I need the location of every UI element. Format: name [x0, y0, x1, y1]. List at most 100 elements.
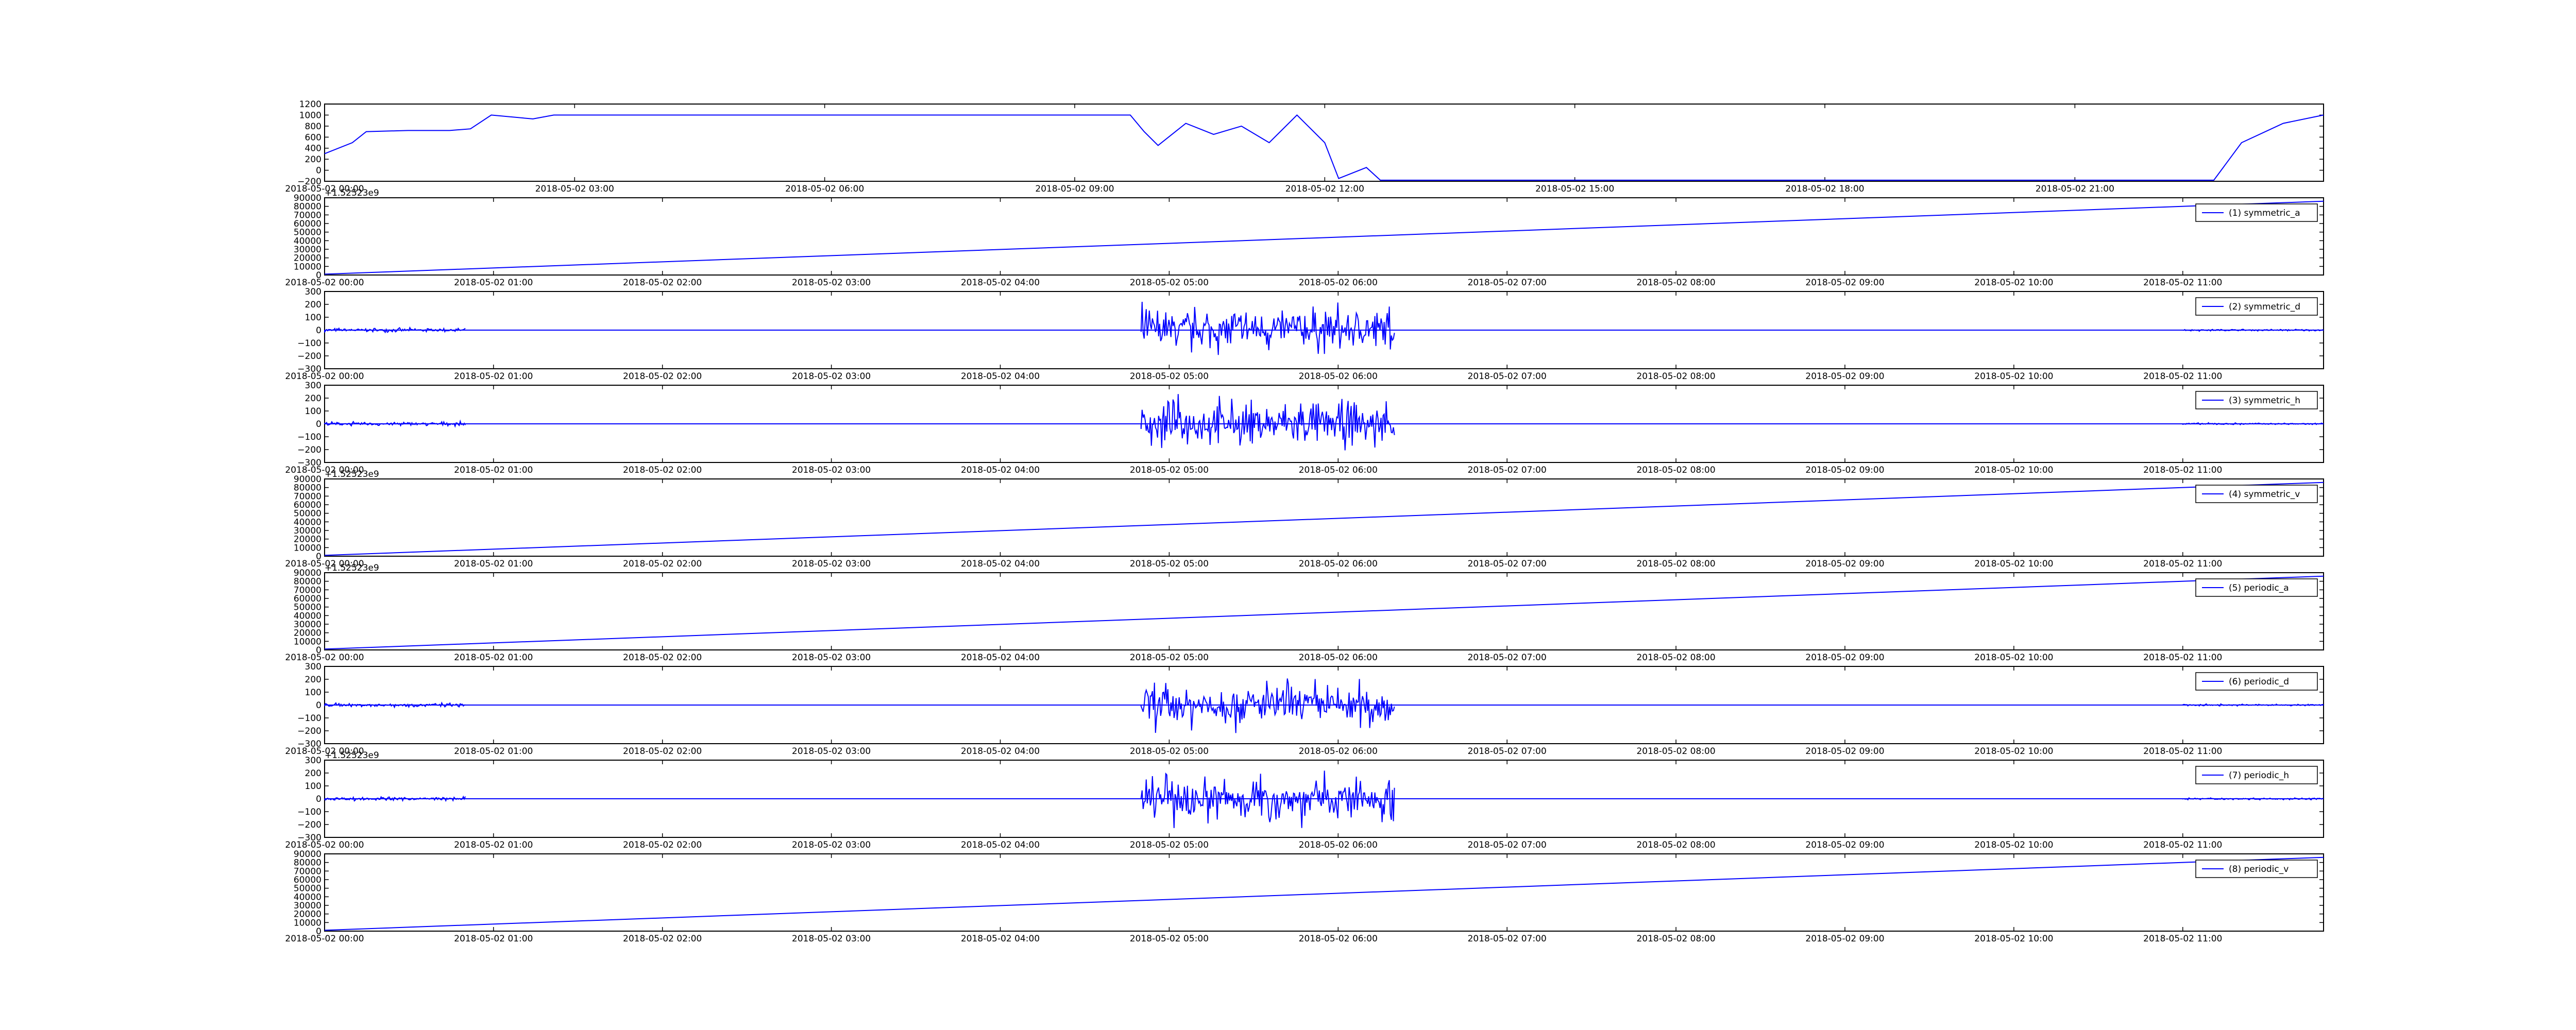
y-tick-label: 200 — [305, 393, 321, 404]
y-tick-label: 200 — [305, 154, 321, 165]
x-tick-label: 2018-05-02 11:00 — [2143, 278, 2222, 288]
x-tick-label: 2018-05-02 04:00 — [961, 278, 1040, 288]
y-tick-label: 200 — [305, 768, 321, 779]
x-tick-label: 2018-05-02 06:00 — [1299, 465, 1378, 475]
y-tick-label: 0 — [316, 794, 321, 804]
legend-label: (4) symmetric_v — [2229, 489, 2300, 500]
x-tick-label: 2018-05-02 00:00 — [285, 371, 364, 382]
x-tick-label: 2018-05-02 00:00 — [285, 278, 364, 288]
series-line-1 — [324, 114, 2324, 181]
x-tick-label: 2018-05-02 08:00 — [1636, 559, 1715, 569]
y-tick-label: 1000 — [299, 110, 321, 121]
series-line-4 — [324, 394, 2324, 451]
x-tick-label: 2018-05-02 05:00 — [1130, 278, 1209, 288]
x-tick-label: 2018-05-02 04:00 — [961, 465, 1040, 475]
x-tick-label: 2018-05-02 18:00 — [1785, 184, 1864, 194]
x-tick-label: 2018-05-02 09:00 — [1805, 465, 1884, 475]
x-tick-label: 2018-05-02 09:00 — [1805, 840, 1884, 850]
x-tick-label: 2018-05-02 04:00 — [961, 746, 1040, 757]
legend-label: (3) symmetric_h — [2229, 396, 2300, 406]
x-tick-label: 2018-05-02 00:00 — [285, 934, 364, 944]
y-tick-label: 0 — [316, 325, 321, 336]
x-tick-label: 2018-05-02 01:00 — [454, 559, 533, 569]
x-tick-label: 2018-05-02 10:00 — [1974, 559, 2053, 569]
x-tick-label: 2018-05-02 06:00 — [1299, 840, 1378, 850]
x-tick-label: 2018-05-02 04:00 — [961, 934, 1040, 944]
x-tick-label: 2018-05-02 10:00 — [1974, 653, 2053, 663]
y-tick-label: 200 — [305, 300, 321, 310]
x-tick-label: 2018-05-02 21:00 — [2036, 184, 2114, 194]
series-line-5 — [324, 482, 2324, 556]
x-tick-label: 2018-05-02 15:00 — [1535, 184, 1614, 194]
y-tick-label: 800 — [305, 122, 321, 132]
x-tick-label: 2018-05-02 10:00 — [1974, 840, 2053, 850]
x-tick-label: 2018-05-02 05:00 — [1130, 653, 1209, 663]
series-line-9 — [324, 856, 2324, 931]
x-tick-label: 2018-05-02 03:00 — [792, 934, 871, 944]
x-tick-label: 2018-05-02 09:00 — [1805, 559, 1884, 569]
y-tick-label: −100 — [297, 713, 321, 724]
y-tick-label: 90000 — [294, 193, 321, 203]
legend-label: (7) periodic_h — [2229, 770, 2289, 781]
x-tick-label: 2018-05-02 09:00 — [1805, 653, 1884, 663]
x-tick-label: 2018-05-02 02:00 — [623, 934, 702, 944]
y-tick-label: 0 — [316, 166, 321, 176]
x-tick-label: 2018-05-02 09:00 — [1805, 371, 1884, 382]
x-tick-label: 2018-05-02 01:00 — [454, 371, 533, 382]
x-tick-label: 2018-05-02 08:00 — [1636, 465, 1715, 475]
x-tick-label: 2018-05-02 05:00 — [1130, 371, 1209, 382]
y-tick-label: 90000 — [294, 568, 321, 578]
axis-offset-text: +1.52523e9 — [325, 750, 379, 761]
x-tick-label: 2018-05-02 04:00 — [961, 371, 1040, 382]
x-tick-label: 2018-05-02 01:00 — [454, 934, 533, 944]
x-tick-label: 2018-05-02 07:00 — [1468, 934, 1547, 944]
y-tick-label: 400 — [305, 144, 321, 154]
x-tick-label: 2018-05-02 05:00 — [1130, 840, 1209, 850]
x-tick-label: 2018-05-02 04:00 — [961, 653, 1040, 663]
x-tick-label: 2018-05-02 02:00 — [623, 746, 702, 757]
x-tick-label: 2018-05-02 12:00 — [1285, 184, 1364, 194]
y-tick-label: 600 — [305, 132, 321, 143]
legend-label: (6) periodic_d — [2229, 677, 2289, 687]
x-tick-label: 2018-05-02 09:00 — [1805, 934, 1884, 944]
x-tick-label: 2018-05-02 03:00 — [792, 559, 871, 569]
x-tick-label: 2018-05-02 05:00 — [1130, 746, 1209, 757]
x-tick-label: 2018-05-02 06:00 — [1299, 934, 1378, 944]
x-tick-label: 2018-05-02 02:00 — [623, 278, 702, 288]
x-tick-label: 2018-05-02 11:00 — [2143, 934, 2222, 944]
x-tick-label: 2018-05-02 11:00 — [2143, 559, 2222, 569]
x-tick-label: 2018-05-02 01:00 — [454, 840, 533, 850]
x-tick-label: 2018-05-02 11:00 — [2143, 465, 2222, 475]
y-tick-label: 0 — [316, 419, 321, 430]
y-tick-label: 1200 — [299, 99, 321, 110]
y-tick-label: 200 — [305, 675, 321, 685]
y-tick-label: 300 — [305, 287, 321, 297]
x-tick-label: 2018-05-02 09:00 — [1035, 184, 1114, 194]
y-tick-label: −200 — [297, 726, 321, 736]
x-tick-label: 2018-05-02 11:00 — [2143, 371, 2222, 382]
x-tick-label: 2018-05-02 06:00 — [1299, 746, 1378, 757]
x-tick-label: 2018-05-02 00:00 — [285, 653, 364, 663]
series-line-7 — [324, 678, 2324, 733]
x-tick-label: 2018-05-02 03:00 — [792, 465, 871, 475]
x-tick-label: 2018-05-02 11:00 — [2143, 840, 2222, 850]
axis-offset-text: +1.52523e9 — [325, 469, 379, 479]
x-tick-label: 2018-05-02 10:00 — [1974, 465, 2053, 475]
x-tick-label: 2018-05-02 08:00 — [1636, 840, 1715, 850]
x-tick-label: 2018-05-02 06:00 — [1299, 371, 1378, 382]
y-tick-label: −200 — [297, 820, 321, 830]
y-tick-label: 0 — [316, 700, 321, 711]
legend-label: (5) periodic_a — [2229, 583, 2289, 593]
y-tick-label: 100 — [305, 688, 321, 698]
x-tick-label: 2018-05-02 09:00 — [1805, 746, 1884, 757]
y-tick-label: 90000 — [294, 474, 321, 485]
x-tick-label: 2018-05-02 07:00 — [1468, 371, 1547, 382]
x-tick-label: 2018-05-02 08:00 — [1636, 653, 1715, 663]
x-tick-label: 2018-05-02 00:00 — [285, 840, 364, 850]
series-line-2 — [324, 200, 2324, 275]
y-tick-label: 300 — [305, 381, 321, 391]
legend-label: (8) periodic_v — [2229, 864, 2289, 874]
x-tick-label: 2018-05-02 06:00 — [1299, 559, 1378, 569]
x-tick-label: 2018-05-02 03:00 — [792, 653, 871, 663]
x-tick-label: 2018-05-02 01:00 — [454, 465, 533, 475]
